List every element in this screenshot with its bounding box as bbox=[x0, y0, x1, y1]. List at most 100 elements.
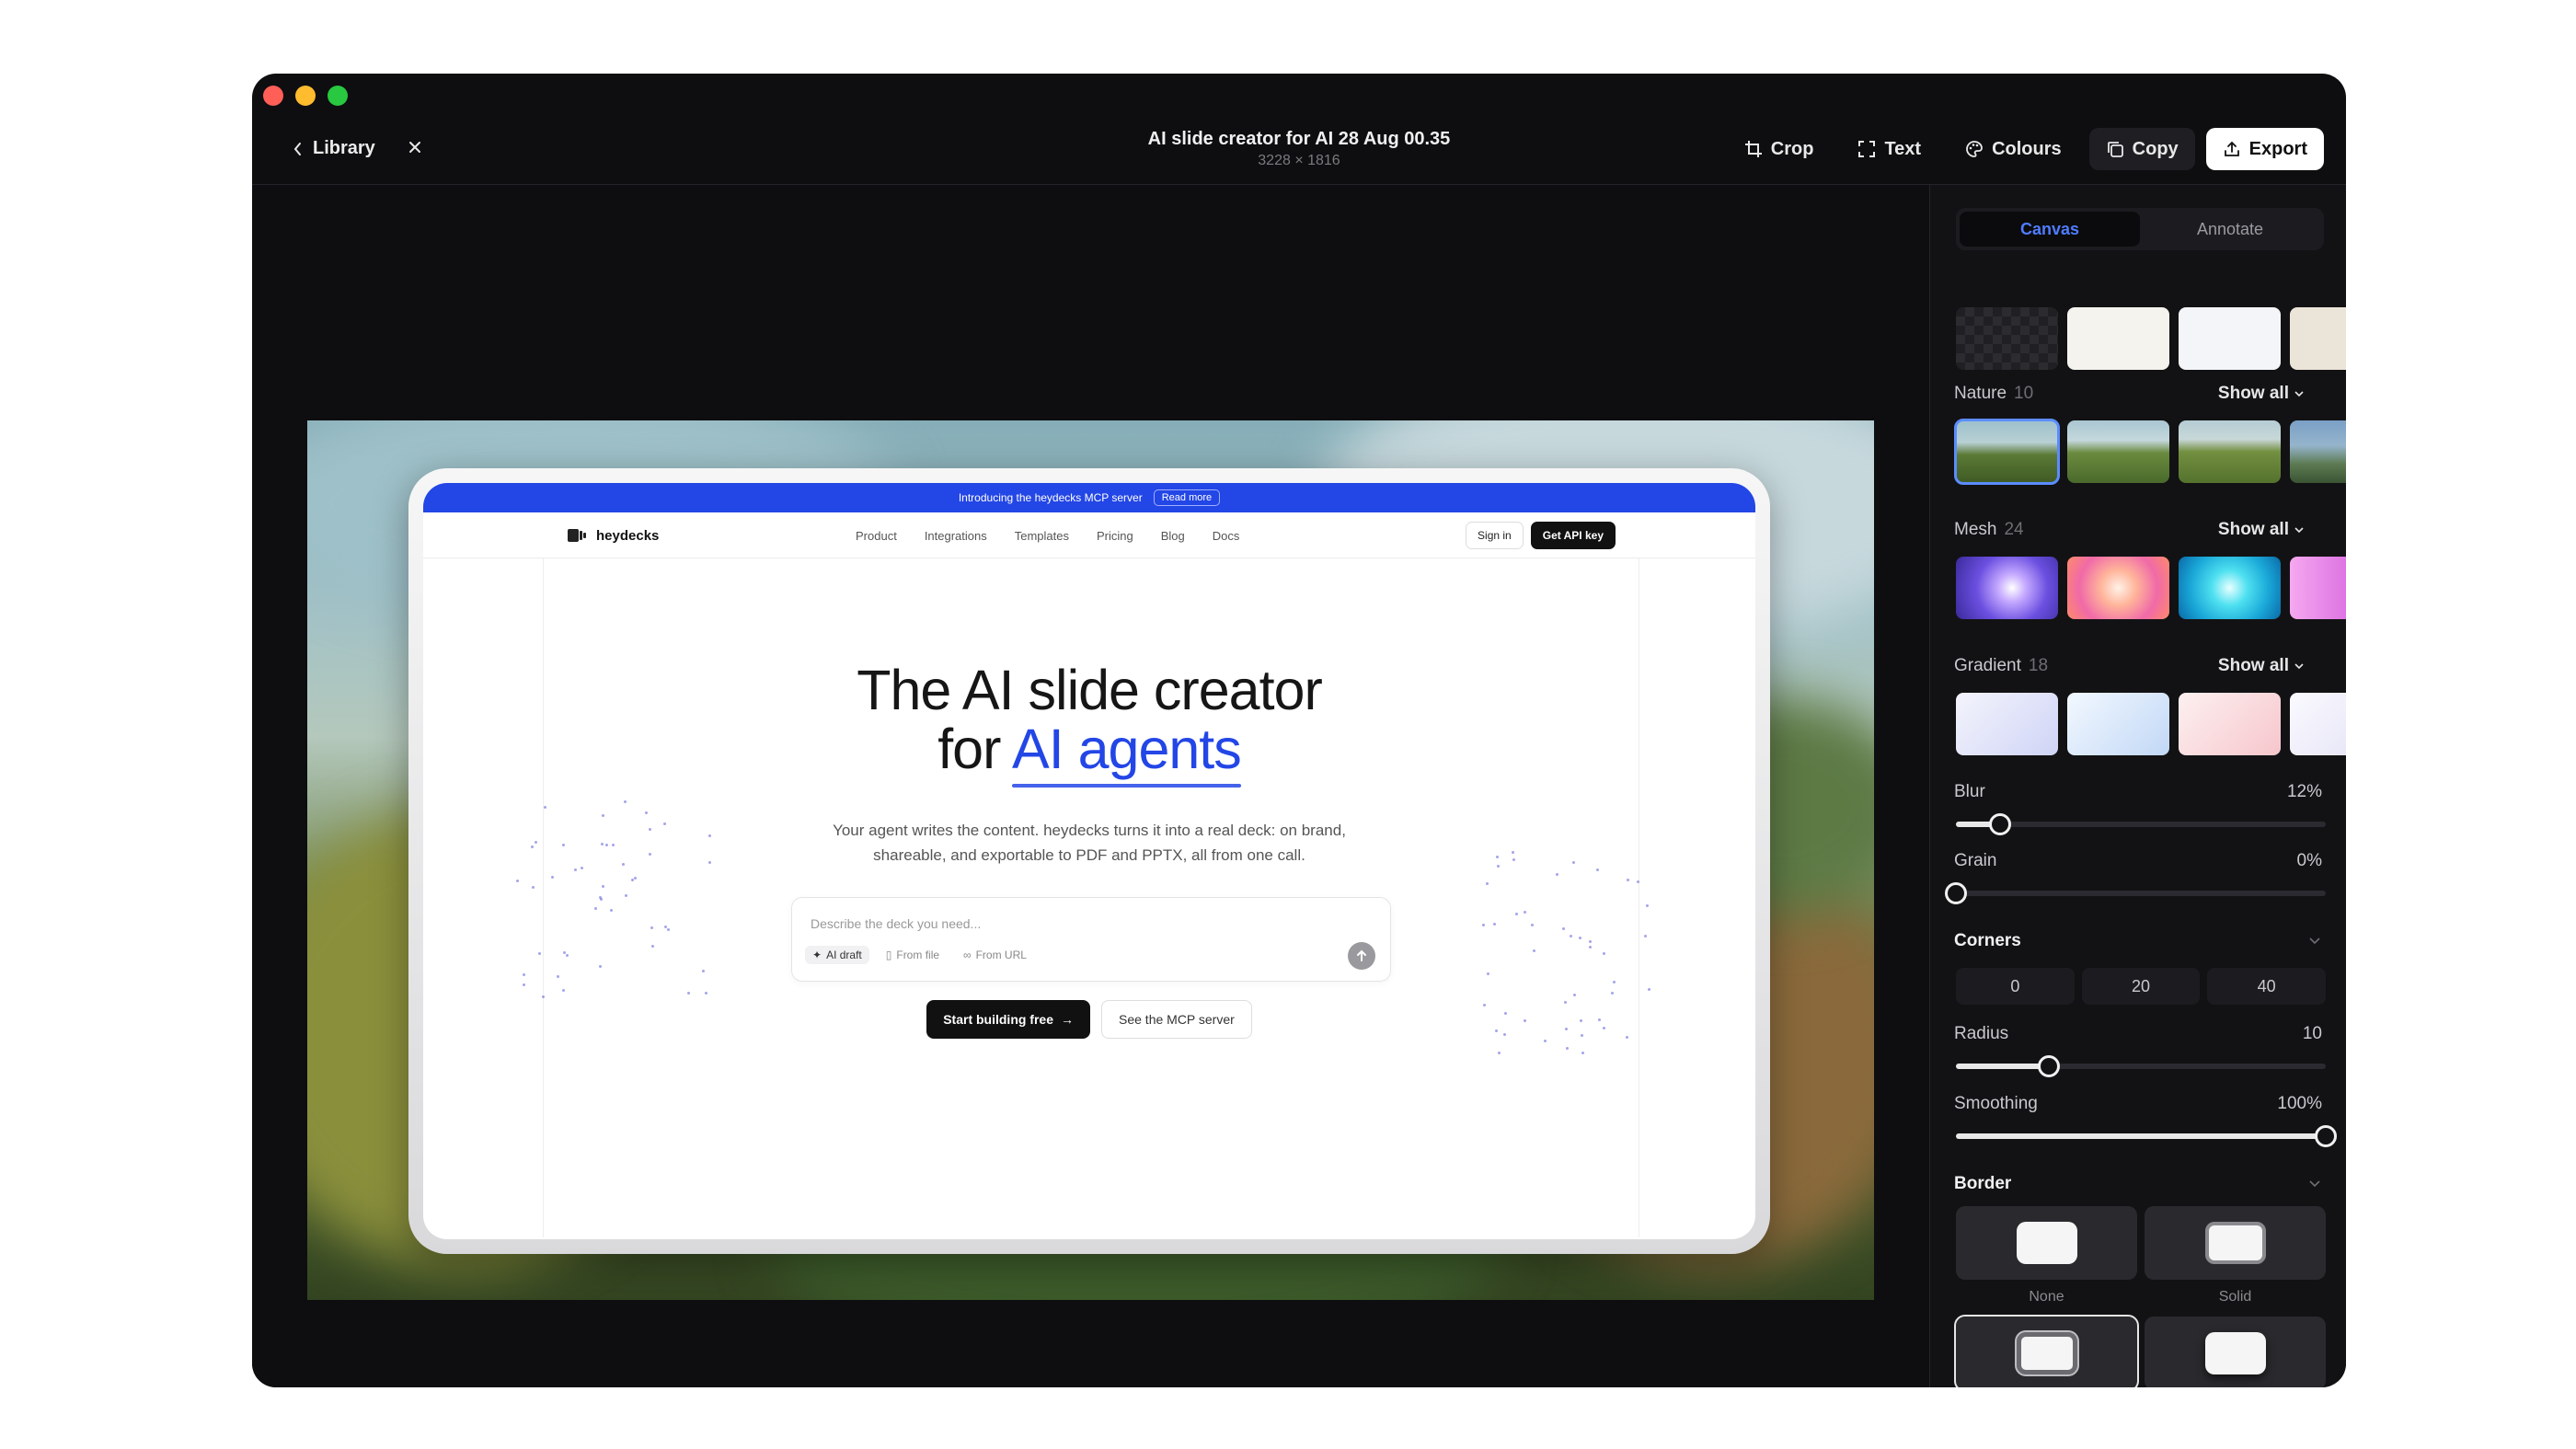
hero-ctas: Start building free → See the MCP server bbox=[423, 1000, 1755, 1039]
site-nav: heydecks Product Integrations Templates … bbox=[423, 512, 1755, 558]
blur-slider[interactable] bbox=[1956, 813, 2326, 835]
colours-button[interactable]: Colours bbox=[1949, 128, 2078, 170]
radius-label: Radius bbox=[1954, 1024, 2009, 1043]
border-option-solid[interactable] bbox=[2145, 1206, 2326, 1280]
white-tile[interactable] bbox=[2179, 307, 2281, 370]
colours-label: Colours bbox=[1992, 138, 2062, 159]
radius-fill bbox=[1956, 1064, 2049, 1069]
particle-dot bbox=[530, 845, 534, 848]
corner-option-20[interactable]: 20 bbox=[2081, 968, 2201, 1005]
nav-link-docs: Docs bbox=[1212, 529, 1240, 543]
gradient-heading: Gradient 18 bbox=[1954, 656, 2048, 676]
border-option-glass[interactable] bbox=[1954, 1315, 2139, 1387]
scroll-fade bbox=[1930, 259, 2346, 271]
export-button[interactable]: Export bbox=[2205, 128, 2324, 170]
chevron-down-icon[interactable] bbox=[2309, 937, 2320, 945]
blur-slider-handle[interactable] bbox=[1989, 813, 2012, 835]
particle-dot bbox=[556, 974, 559, 978]
gradient-tile-1[interactable] bbox=[1956, 693, 2058, 755]
tab-canvas[interactable]: Canvas bbox=[1960, 212, 2140, 247]
prompt-box: Describe the deck you need... ✦ AI draft … bbox=[791, 897, 1391, 982]
corner-option-0[interactable]: 0 bbox=[1956, 968, 2075, 1005]
settings-panel: Canvas Annotate Nature 10 Show all Mesh 24… bbox=[1929, 185, 2346, 1387]
radius-slider[interactable] bbox=[1956, 1055, 2326, 1077]
mesh-show-all-label: Show all bbox=[2217, 520, 2289, 539]
nature-tile-3[interactable] bbox=[2179, 420, 2281, 483]
particle-dot bbox=[1543, 1039, 1547, 1042]
radius-slider-handle[interactable] bbox=[2037, 1055, 2060, 1077]
particle-dot bbox=[601, 813, 604, 817]
nav-link-product: Product bbox=[856, 529, 897, 543]
nature-tile-4[interactable] bbox=[2290, 420, 2346, 483]
mesh-tile-4[interactable] bbox=[2290, 557, 2346, 619]
canvas-area[interactable]: Introducing the heydecks MCP server Read… bbox=[252, 185, 1929, 1387]
file-icon: ▯ bbox=[885, 949, 892, 961]
particle-dot bbox=[663, 925, 667, 928]
gradient-show-all-button[interactable]: Show all bbox=[2218, 656, 2304, 676]
crop-label: Crop bbox=[1770, 138, 1814, 159]
mesh-tile-1[interactable] bbox=[1956, 557, 2058, 619]
text-button[interactable]: Text bbox=[1841, 128, 1938, 170]
close-window-button[interactable] bbox=[263, 86, 283, 106]
border-preview-solid bbox=[2204, 1222, 2266, 1264]
grain-value: 0% bbox=[2296, 851, 2322, 870]
grain-slider-handle[interactable] bbox=[1945, 882, 1967, 904]
zoom-window-button[interactable] bbox=[328, 86, 348, 106]
border-option-shadow[interactable] bbox=[2145, 1317, 2326, 1387]
copy-button[interactable]: Copy bbox=[2088, 128, 2195, 170]
gradient-tile-3[interactable] bbox=[2179, 693, 2281, 755]
crop-button[interactable]: Crop bbox=[1728, 128, 1831, 170]
nature-tile-2[interactable] bbox=[2067, 420, 2169, 483]
particle-dot bbox=[1486, 972, 1489, 976]
border-option-none[interactable] bbox=[1956, 1206, 2137, 1280]
particle-dot bbox=[538, 952, 542, 956]
chip-from-url: ∞ From URL bbox=[956, 946, 1034, 964]
chevron-down-icon[interactable] bbox=[2309, 1180, 2320, 1188]
particle-dot bbox=[621, 862, 625, 866]
solid-colour-tiles bbox=[1956, 307, 2346, 370]
gradient-tile-4[interactable] bbox=[2290, 693, 2346, 755]
mesh-count: 24 bbox=[2004, 520, 2024, 539]
particle-dot bbox=[598, 896, 602, 900]
gradient-tile-2[interactable] bbox=[2067, 693, 2169, 755]
mesh-tile-2[interactable] bbox=[2067, 557, 2169, 619]
nature-show-all-label: Show all bbox=[2217, 384, 2289, 403]
particle-dot bbox=[1561, 926, 1565, 930]
mesh-heading: Mesh 24 bbox=[1954, 520, 2024, 540]
grain-slider[interactable] bbox=[1945, 882, 2326, 904]
arrow-up-icon bbox=[1357, 949, 1366, 961]
smoothing-fill bbox=[1956, 1133, 2326, 1139]
particle-dot bbox=[707, 834, 711, 837]
ivory-tile[interactable] bbox=[2067, 307, 2169, 370]
particle-dot bbox=[666, 927, 670, 931]
particle-dot bbox=[1555, 872, 1558, 876]
particle-dot bbox=[1485, 881, 1489, 885]
particle-dot bbox=[515, 879, 519, 882]
headline-line-1: The AI slide creator bbox=[857, 659, 1323, 721]
headline-line-2: for AI agents bbox=[423, 717, 1755, 781]
text-label: Text bbox=[1884, 138, 1922, 159]
corner-option-40[interactable]: 40 bbox=[2207, 968, 2327, 1005]
transparent-tile[interactable] bbox=[1956, 307, 2058, 370]
mesh-tile-3[interactable] bbox=[2179, 557, 2281, 619]
smoothing-label: Smoothing bbox=[1954, 1094, 2038, 1113]
prompt-chips: ✦ AI draft ▯ From file ∞ From URL bbox=[805, 946, 1034, 964]
border-none-label: None bbox=[2029, 1289, 2064, 1305]
nature-heading: Nature 10 bbox=[1954, 384, 2033, 404]
border-preview-shadow bbox=[2204, 1332, 2266, 1374]
prompt-placeholder: Describe the deck you need... bbox=[811, 916, 982, 931]
minimize-window-button[interactable] bbox=[295, 86, 316, 106]
mesh-show-all-button[interactable]: Show all bbox=[2218, 520, 2304, 540]
nature-tile-1[interactable] bbox=[1954, 419, 2060, 485]
border-heading: Border bbox=[1954, 1174, 2012, 1193]
smoothing-slider-handle[interactable] bbox=[2315, 1125, 2337, 1147]
tab-annotate[interactable]: Annotate bbox=[2140, 212, 2320, 247]
nature-show-all-button[interactable]: Show all bbox=[2218, 384, 2304, 404]
smoothing-slider[interactable] bbox=[1956, 1125, 2337, 1147]
export-label: Export bbox=[2248, 138, 2307, 159]
banner-read-more-link: Read more bbox=[1153, 489, 1221, 506]
linen-tile[interactable] bbox=[2290, 307, 2346, 370]
nav-link-blog: Blog bbox=[1160, 529, 1185, 543]
particle-dot bbox=[1595, 868, 1599, 871]
nav-auth: Sign in Get API key bbox=[1466, 522, 1616, 549]
